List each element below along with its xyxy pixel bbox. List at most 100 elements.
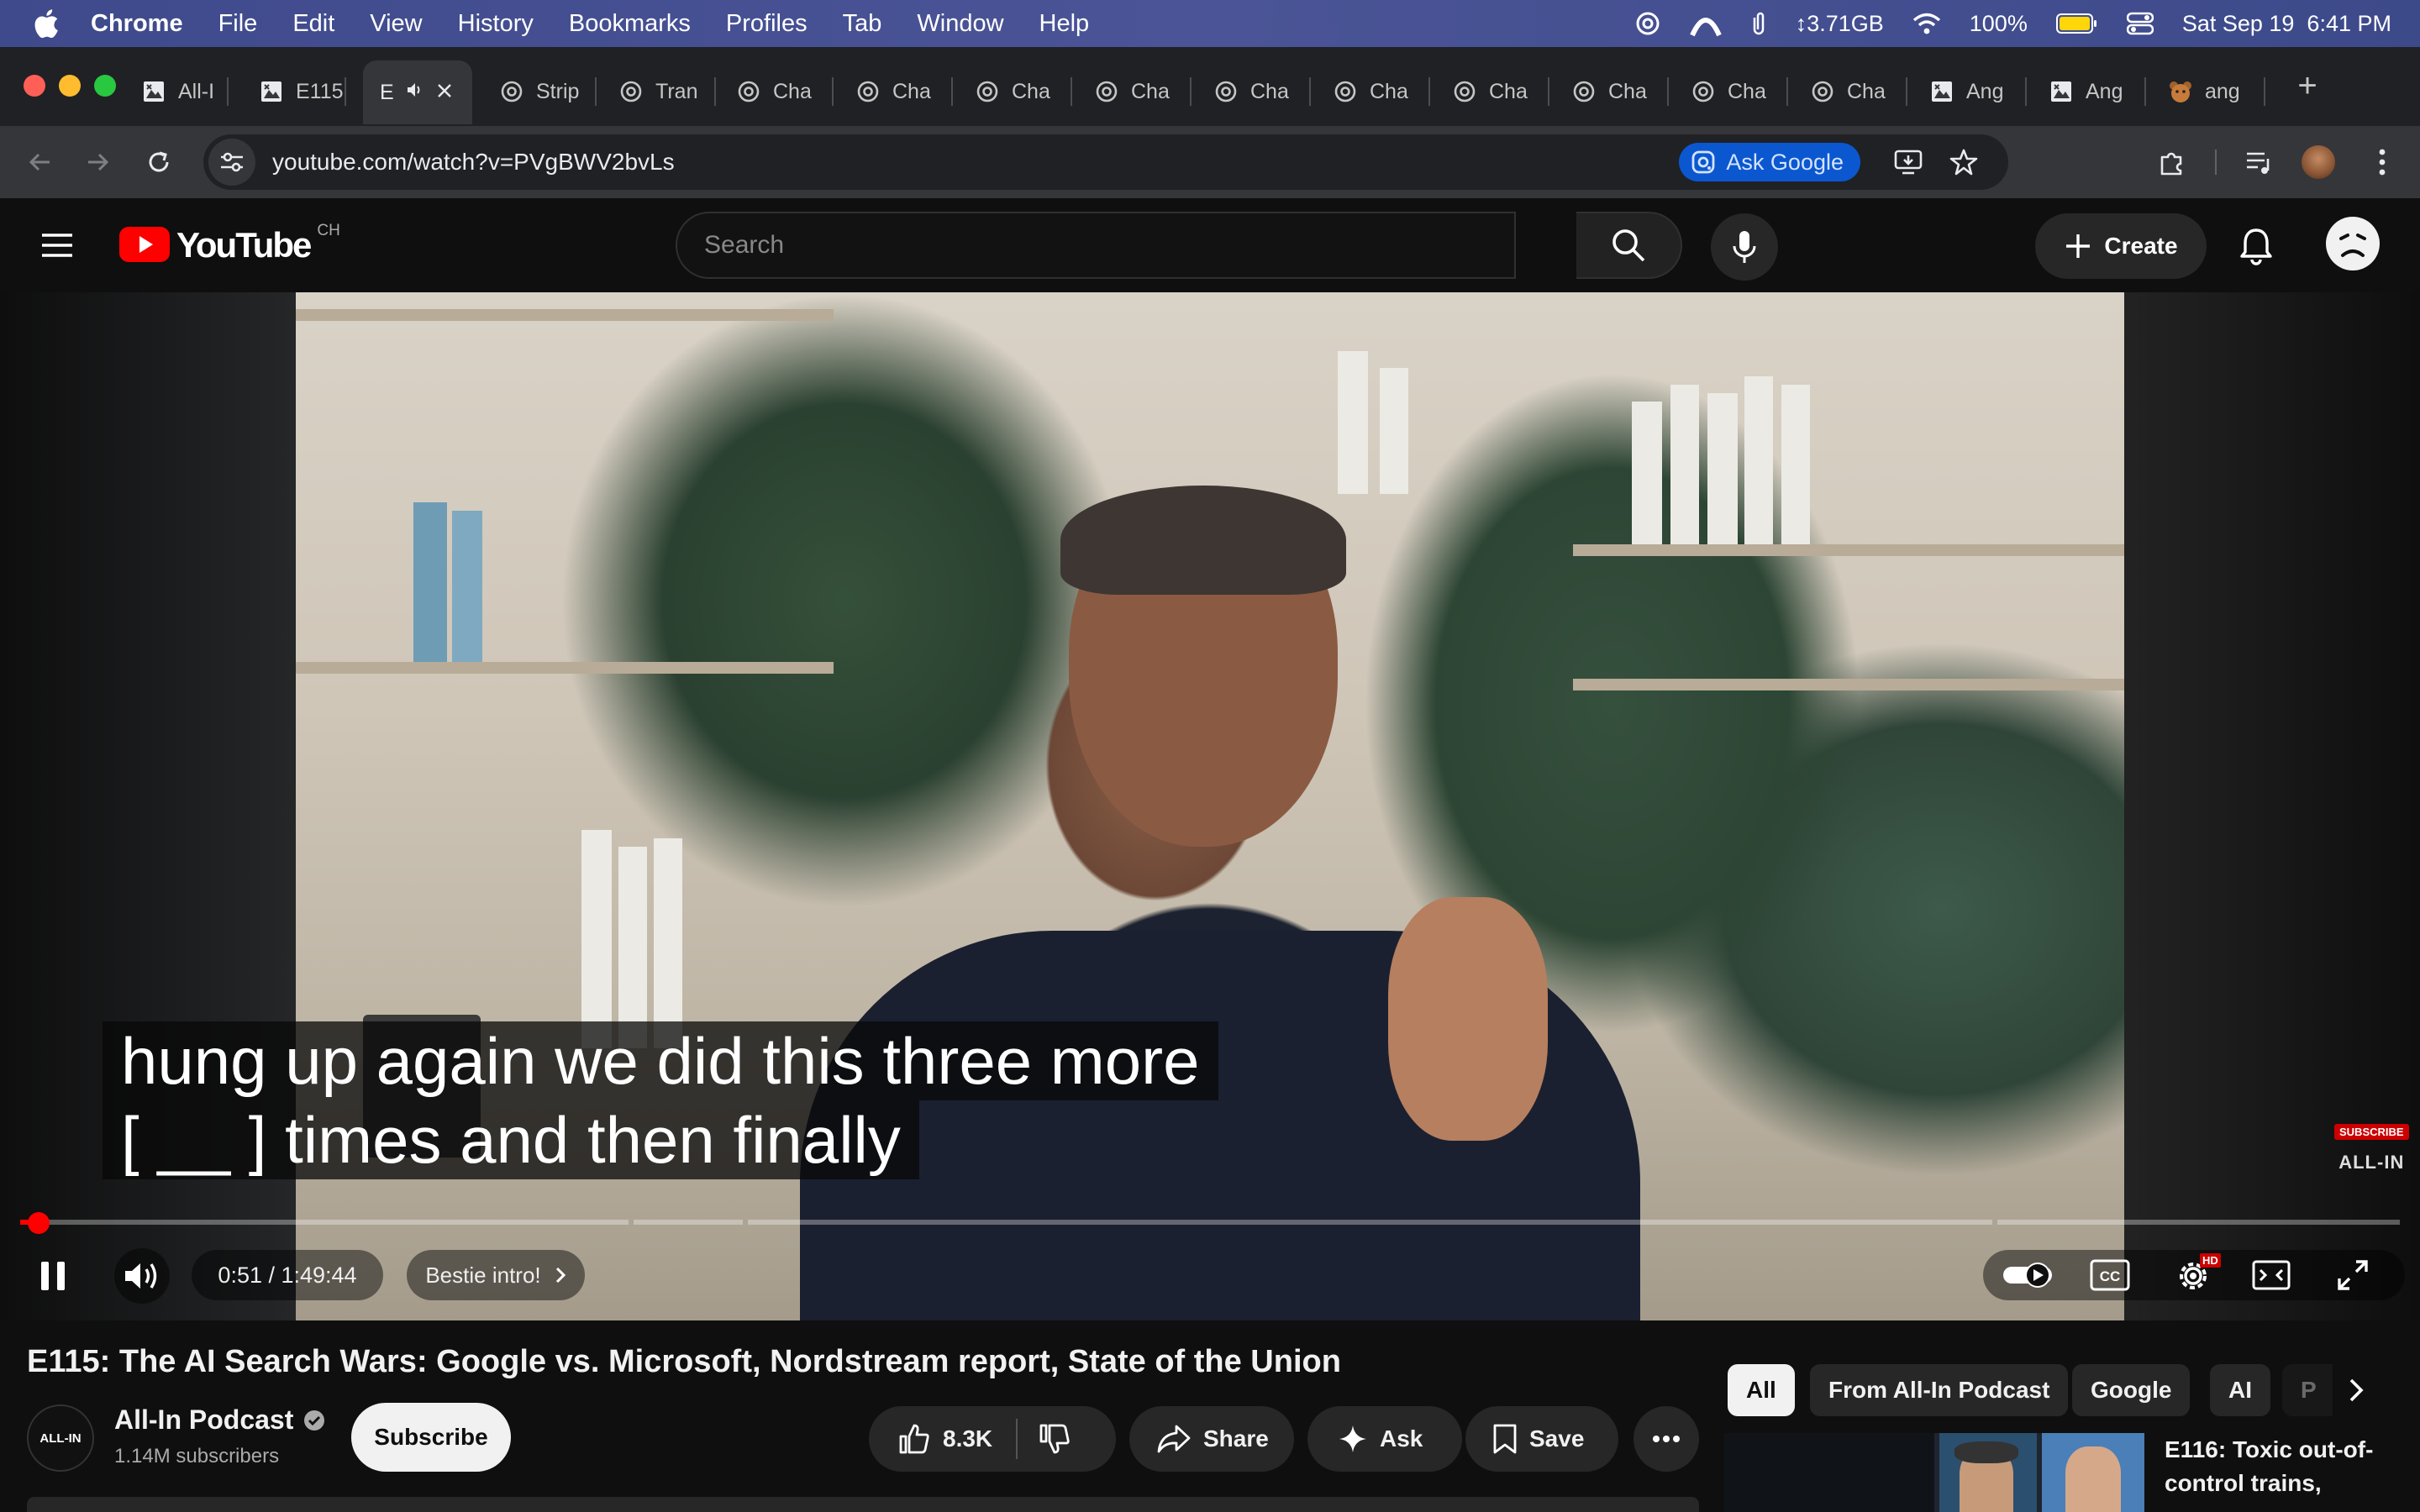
voice-search-button[interactable] — [1711, 213, 1778, 281]
menu-tab[interactable]: Tab — [843, 10, 882, 38]
tab-5[interactable]: Tran — [602, 62, 716, 121]
site-info-button[interactable] — [208, 139, 255, 186]
menu-view[interactable]: View — [370, 10, 422, 38]
menu-bookmarks[interactable]: Bookmarks — [569, 10, 691, 38]
channel-watermark[interactable]: SUBSCRIBE ALL-IN — [2334, 1124, 2409, 1173]
profile-button[interactable] — [2299, 143, 2338, 181]
tab-14[interactable]: Cha — [1674, 62, 1788, 121]
menu-app-name[interactable]: Chrome — [91, 10, 183, 38]
tab-1[interactable]: All-I — [124, 62, 229, 121]
chips-next-button[interactable] — [2333, 1364, 2380, 1416]
close-tab-icon[interactable] — [436, 81, 453, 105]
channel-name-link[interactable]: All-In Podcast — [114, 1404, 325, 1436]
chapter-segment[interactable] — [20, 1220, 629, 1225]
tab-3[interactable]: E — [363, 60, 472, 124]
menu-file[interactable]: File — [218, 10, 258, 38]
volume-button[interactable] — [114, 1248, 170, 1304]
menu-history[interactable]: History — [458, 10, 534, 38]
reload-button[interactable] — [139, 143, 178, 181]
tab-15[interactable]: Cha — [1793, 62, 1907, 121]
openai-status-icon[interactable] — [1634, 10, 1661, 37]
tab-11[interactable]: Cha — [1316, 62, 1430, 121]
paperclip-icon[interactable] — [1750, 9, 1767, 38]
minimize-window-button[interactable] — [59, 75, 81, 97]
tab-separator — [1428, 77, 1430, 106]
create-button[interactable]: Create — [2035, 213, 2207, 279]
tab-9[interactable]: Cha — [1077, 62, 1192, 121]
channel-avatar[interactable]: ALL-IN — [27, 1404, 94, 1472]
description-box-edge[interactable] — [27, 1497, 1699, 1512]
battery-percent[interactable]: 100% — [1970, 11, 2028, 37]
share-button[interactable]: Share — [1129, 1406, 1294, 1472]
like-button[interactable]: 8.3K — [869, 1406, 1016, 1472]
chip-google[interactable]: Google — [2072, 1364, 2191, 1416]
tab-8[interactable]: Cha — [958, 62, 1072, 121]
chip-all[interactable]: All — [1728, 1364, 1795, 1416]
zoom-window-button[interactable] — [94, 75, 116, 97]
memory-readout[interactable]: ↕3.71GB — [1796, 11, 1884, 37]
youtube-logo[interactable]: YouTube CH — [119, 222, 340, 264]
bookmark-star-button[interactable] — [1948, 146, 1980, 178]
tab-16[interactable]: Ang — [1912, 62, 2027, 121]
address-bar[interactable]: youtube.com/watch?v=PVgBWV2bvLs Ask Goog… — [203, 134, 2008, 190]
new-tab-button[interactable]: + — [2291, 69, 2324, 102]
tab-13[interactable]: Cha — [1555, 62, 1669, 121]
chapter-segment[interactable] — [1997, 1220, 2400, 1225]
search-button[interactable] — [1576, 212, 1682, 279]
autoplay-toggle[interactable] — [2002, 1258, 2057, 1292]
tab-12[interactable]: Cha — [1435, 62, 1549, 121]
media-controls-button[interactable] — [2240, 143, 2279, 181]
apple-menu-icon[interactable] — [34, 8, 62, 39]
wifi-icon[interactable] — [1912, 13, 1941, 34]
save-button[interactable]: Save — [1465, 1406, 1618, 1472]
progress-scrubber[interactable] — [28, 1212, 50, 1234]
chapter-segment[interactable] — [634, 1220, 744, 1225]
settings-button[interactable]: HD — [2170, 1253, 2221, 1297]
url-text[interactable]: youtube.com/watch?v=PVgBWV2bvLs — [272, 149, 675, 176]
theater-mode-button[interactable] — [2250, 1257, 2292, 1294]
guide-menu-button[interactable] — [40, 228, 74, 262]
recommendation-title[interactable]: E116: Toxic out-of-control trains, — [2165, 1433, 2408, 1500]
install-app-button[interactable] — [1892, 146, 1924, 178]
back-button[interactable] — [20, 143, 59, 181]
tab-6[interactable]: Cha — [719, 62, 834, 121]
tab-17[interactable]: Ang — [2032, 62, 2146, 121]
chapter-button[interactable]: Bestie intro! — [407, 1250, 585, 1300]
speaker-icon[interactable] — [406, 81, 424, 105]
tab-10[interactable]: Cha — [1197, 62, 1311, 121]
chapter-segment[interactable] — [748, 1220, 1993, 1225]
ask-label: Ask — [1380, 1425, 1423, 1452]
extensions-button[interactable] — [2153, 143, 2191, 181]
chip-from-channel[interactable]: From All-In Podcast — [1810, 1364, 2069, 1416]
more-actions-button[interactable] — [1634, 1406, 1699, 1472]
chip-ai[interactable]: AI — [2210, 1364, 2270, 1416]
notifications-button[interactable] — [2235, 225, 2277, 267]
like-count: 8.3K — [943, 1425, 993, 1452]
search-input[interactable]: Search — [676, 212, 1516, 279]
subtitles-button[interactable]: CC — [2089, 1257, 2131, 1294]
menu-profiles[interactable]: Profiles — [726, 10, 808, 38]
fullscreen-button[interactable] — [2333, 1255, 2373, 1295]
pause-button[interactable] — [34, 1257, 72, 1295]
dislike-button[interactable] — [1018, 1406, 1092, 1472]
progress-bar[interactable] — [20, 1220, 2400, 1225]
arc-status-icon[interactable] — [1689, 10, 1722, 37]
menu-help[interactable]: Help — [1039, 10, 1090, 38]
tab-7[interactable]: Cha — [839, 62, 953, 121]
chrome-menu-button[interactable] — [2363, 143, 2402, 181]
tab-2[interactable]: E115 — [242, 62, 346, 121]
menubar-clock[interactable]: Sat Sep 19 6:41 PM — [2182, 11, 2391, 37]
forward-button[interactable] — [79, 143, 118, 181]
tab-18[interactable]: ang — [2151, 62, 2265, 121]
account-button[interactable] — [2324, 215, 2381, 276]
control-center-icon[interactable] — [2126, 12, 2154, 35]
tab-4[interactable]: Strip — [482, 62, 597, 121]
close-window-button[interactable] — [24, 75, 45, 97]
menu-window[interactable]: Window — [917, 10, 1003, 38]
recommendation-thumbnail[interactable] — [1724, 1433, 2144, 1512]
battery-icon[interactable] — [2055, 13, 2098, 34]
menu-edit[interactable]: Edit — [292, 10, 334, 38]
ask-google-button[interactable]: Ask Google — [1679, 143, 1860, 181]
ask-button[interactable]: Ask — [1307, 1406, 1462, 1472]
subscribe-button[interactable]: Subscribe — [351, 1403, 511, 1472]
